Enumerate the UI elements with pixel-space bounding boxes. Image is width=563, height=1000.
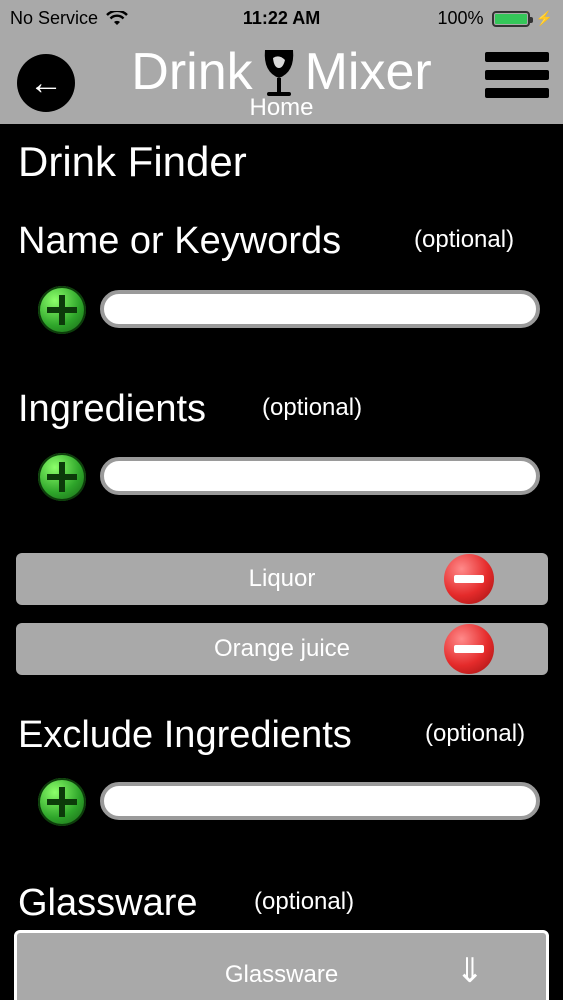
charging-bolt-icon: ⚡ — [535, 10, 553, 26]
name-keywords-label: Name or Keywords — [18, 220, 342, 262]
glassware-dropdown[interactable]: Glassware ⇓ — [14, 930, 549, 1000]
add-exclude-ingredient-icon[interactable] — [38, 778, 86, 826]
brandy-glass-icon — [264, 50, 293, 96]
name-keywords-optional: (optional) — [414, 226, 515, 253]
add-keyword-icon[interactable] — [38, 286, 86, 334]
status-bar: No Service 11:22 AM 100% ⚡ — [0, 0, 563, 36]
add-ingredient-icon[interactable] — [38, 453, 86, 501]
glassware-optional: (optional) — [254, 888, 355, 915]
battery-percent: 100% — [437, 8, 484, 28]
app-title-right: Mixer — [304, 43, 432, 101]
ingredients-label: Ingredients — [18, 388, 207, 430]
glassware-label: Glassware — [18, 882, 198, 924]
ingredient-item[interactable]: Liquor — [16, 553, 548, 605]
name-keywords-input[interactable] — [100, 290, 540, 328]
app-title: Drink Mixer — [0, 42, 563, 102]
exclude-ingredients-optional: (optional) — [425, 720, 526, 747]
ingredient-item-label: Orange juice — [213, 635, 351, 662]
ingredients-input[interactable] — [100, 457, 540, 495]
exclude-ingredients-input[interactable] — [100, 782, 540, 820]
app-title-left: Drink — [131, 43, 253, 101]
ingredient-item-label: Liquor — [248, 565, 316, 592]
remove-ingredient-icon[interactable] — [444, 624, 494, 674]
status-right: 100% ⚡ — [438, 8, 553, 29]
page-title: Drink Finder — [18, 138, 247, 185]
double-arrow-down-icon: ⇓ — [455, 952, 485, 990]
ingredients-optional: (optional) — [262, 394, 363, 421]
glassware-dropdown-value: Glassware — [224, 961, 339, 988]
remove-ingredient-icon[interactable] — [444, 554, 494, 604]
ingredient-item[interactable]: Orange juice — [16, 623, 548, 675]
exclude-ingredients-label: Exclude Ingredients — [18, 714, 352, 756]
app-screen: No Service 11:22 AM 100% ⚡ ← Drink Mixer… — [0, 0, 563, 1000]
battery-icon — [491, 10, 533, 27]
menu-button[interactable] — [485, 52, 549, 108]
nav-bar: ← Drink Mixer Home — [0, 36, 563, 124]
hamburger-menu-icon — [485, 52, 549, 98]
nav-subtitle: Home — [249, 94, 314, 121]
